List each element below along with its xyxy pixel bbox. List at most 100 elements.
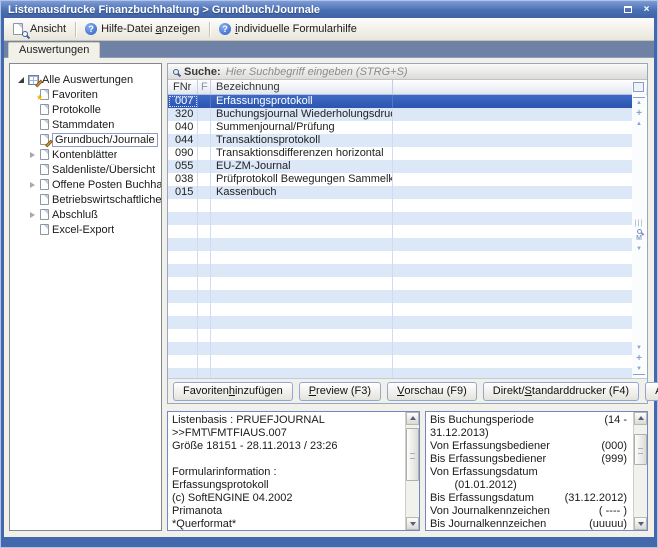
search-icon[interactable]	[637, 229, 642, 234]
table-row[interactable]: 040Summenjournal/Prüfung	[168, 121, 632, 134]
table-row[interactable]: 044Transaktionsprotokoll	[168, 134, 632, 147]
table-row[interactable]	[168, 329, 632, 342]
toolbar-button-hilfe-datei-anzeigen[interactable]: Hilfe-Datei anzeigen	[79, 21, 206, 37]
scroll-down-icon[interactable]: ▼	[633, 344, 645, 352]
auswertung-drucken-button[interactable]: Auswertung drucken	[645, 382, 658, 401]
tab-auswertungen[interactable]: Auswertungen	[8, 42, 100, 58]
collapsed-arrow-icon[interactable]	[28, 182, 37, 188]
add-icon[interactable]: +	[633, 109, 645, 118]
scrollbar-track[interactable]	[634, 425, 647, 517]
scroll-up-icon[interactable]: ▲	[633, 120, 645, 128]
tree-item-excel-export[interactable]: Excel-Export	[10, 222, 161, 237]
info-line: *Querformat*	[172, 518, 401, 530]
table-row[interactable]: 015Kassenbuch	[168, 186, 632, 199]
table-row[interactable]: 320Buchungsjournal Wiederholungsdruck	[168, 108, 632, 121]
parameter-label: Von Erfassungsdatum	[430, 466, 538, 479]
vorschau-f9-button[interactable]: Vorschau (F9)	[387, 382, 477, 401]
cell-filler	[393, 277, 632, 290]
toolbar-button-individuelle-formularhilfe[interactable]: individuelle Formularhilfe	[213, 21, 363, 37]
cell-fnr: 007	[168, 95, 198, 108]
tree-item-label: Stammdaten	[52, 119, 114, 131]
table-row[interactable]: 038Prüfprotokoll Bewegungen Sammelkonten	[168, 173, 632, 186]
table-row[interactable]	[168, 238, 632, 251]
cell-flag	[198, 147, 211, 160]
cell-bezeichnung: Buchungsjournal Wiederholungsdruck	[211, 108, 393, 121]
filter-icon[interactable]: ▼	[633, 245, 645, 253]
search-bar[interactable]: Suche: Hier Suchbegriff eingeben (STRG+S…	[168, 64, 647, 80]
collapsed-arrow-icon[interactable]	[28, 152, 37, 158]
copy-icon[interactable]	[635, 84, 644, 92]
cell-filler	[393, 329, 632, 342]
expanded-arrow-icon[interactable]	[16, 77, 25, 83]
restore-button[interactable]	[621, 4, 634, 16]
parameter-label: Bis Erfassungsdatum	[430, 492, 534, 505]
cell-bezeichnung	[211, 355, 393, 368]
tree-item-favoriten[interactable]: ★Favoriten	[10, 87, 161, 102]
table-row[interactable]	[168, 251, 632, 264]
cell-bezeichnung	[211, 225, 393, 238]
scroll-down-arrow[interactable]	[634, 517, 647, 530]
preview-f3-button[interactable]: Preview (F3)	[299, 382, 381, 401]
table-row[interactable]	[168, 264, 632, 277]
table-row[interactable]	[168, 316, 632, 329]
favoriten-hinzufügen-button[interactable]: Favoriten hinzufügen	[173, 382, 293, 401]
parameter-label: Bis Journalkennzeichen	[430, 518, 546, 530]
window-frame: Ansicht Hilfe-Datei anzeigen individuelle …	[1, 18, 657, 547]
tree-item-abschluß[interactable]: Abschluß	[10, 207, 161, 222]
toolbar-button-ansicht[interactable]: Ansicht	[7, 21, 72, 38]
parameter-line: 31.12.2013)	[430, 427, 629, 440]
tree-item-grundbuch-journale[interactable]: Grundbuch/Journale	[10, 132, 161, 147]
action-button-row: Favoriten hinzufügen Preview (F3) Vorschau…	[168, 378, 647, 403]
direkt-standarddrucker-f4-button[interactable]: Direkt/Standarddrucker (F4)	[483, 382, 639, 401]
toolbar-separator	[75, 22, 76, 37]
table-row[interactable]	[168, 225, 632, 238]
table-row[interactable]	[168, 355, 632, 368]
table-row[interactable]	[168, 342, 632, 355]
cell-flag	[198, 290, 211, 303]
column-header-bezeichnung[interactable]: Bezeichnung	[211, 80, 393, 94]
tree-item-protokolle[interactable]: Protokolle	[10, 102, 161, 117]
scroll-down-arrow[interactable]	[406, 517, 419, 530]
scrollbar-thumb[interactable]	[406, 428, 419, 481]
table-row[interactable]	[168, 368, 632, 378]
scrollbar-left[interactable]	[405, 412, 419, 530]
add-icon[interactable]: +	[633, 354, 645, 363]
tree-item-stammdaten[interactable]: Stammdaten	[10, 117, 161, 132]
columns-icon[interactable]: |||	[633, 220, 645, 228]
parameter-line: Bis Buchungsperiode(14 -	[430, 414, 629, 427]
tree-item-kontenblätter[interactable]: Kontenblätter	[10, 147, 161, 162]
scrollbar-right[interactable]	[633, 412, 647, 530]
table-row[interactable]: 090Transaktionsdifferenzen horizontal	[168, 147, 632, 160]
info-panels: Listenbasis : PRUEFJOURNAL>>FMT\FMTFIAUS…	[167, 411, 648, 531]
info-line: (c) SoftENGINE 04.2002	[172, 492, 401, 505]
table-row[interactable]: 007Erfassungsprotokoll	[168, 95, 632, 108]
cell-flag	[198, 225, 211, 238]
scroll-top-icon[interactable]: ▲	[633, 97, 645, 107]
page-icon	[40, 119, 49, 130]
table-row[interactable]: 055EU-ZM-Journal	[168, 160, 632, 173]
scrollbar-thumb[interactable]	[634, 434, 647, 465]
cell-fnr	[168, 329, 198, 342]
marker-icon[interactable]: M	[633, 235, 645, 243]
table-row[interactable]	[168, 290, 632, 303]
scroll-bottom-icon[interactable]: ▼	[633, 365, 645, 375]
scroll-up-arrow[interactable]	[406, 412, 419, 425]
table-row[interactable]	[168, 303, 632, 316]
scroll-up-arrow[interactable]	[634, 412, 647, 425]
page-icon	[40, 224, 49, 235]
collapsed-arrow-icon[interactable]	[28, 212, 37, 218]
close-button[interactable]: ×	[640, 4, 653, 16]
tree-item-alle-auswertungen[interactable]: Alle Auswertungen	[10, 72, 161, 87]
tree-item-saldenliste-übersicht[interactable]: Saldenliste/Übersicht	[10, 162, 161, 177]
tree-item-offene-posten-buchhaltung[interactable]: Offene Posten Buchhaltung	[10, 177, 161, 192]
cell-filler	[393, 290, 632, 303]
scrollbar-track[interactable]	[406, 425, 419, 517]
cell-flag	[198, 238, 211, 251]
table-row[interactable]	[168, 277, 632, 290]
table-row[interactable]	[168, 199, 632, 212]
column-header-f[interactable]: F	[198, 80, 211, 94]
column-header-fnr[interactable]: FNr	[168, 80, 198, 94]
tree-item-label: Grundbuch/Journale	[52, 133, 158, 147]
table-row[interactable]	[168, 212, 632, 225]
tree-item-betriebswirtschaftliche-auswertungen[interactable]: Betriebswirtschaftliche Auswertungen	[10, 192, 161, 207]
